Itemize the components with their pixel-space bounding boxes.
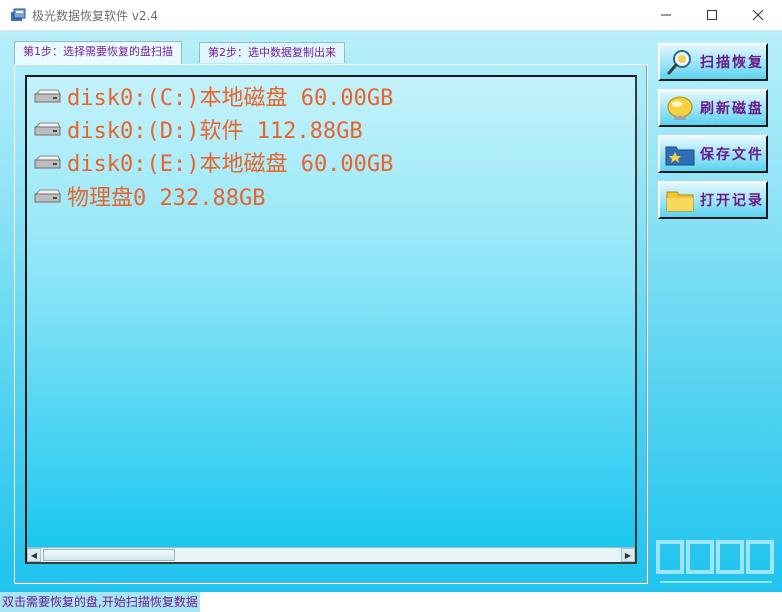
button-label: 保存文件 bbox=[700, 147, 764, 163]
title-bar: 极光数据恢复软件 v2.4 bbox=[0, 0, 782, 31]
drive-icon bbox=[34, 155, 61, 169]
disk-item-physical[interactable]: 物理盘0 232.88GB bbox=[33, 181, 265, 211]
tab-step2-label: 第2步：选中数据复制出来 bbox=[208, 46, 336, 59]
magnifier-icon bbox=[667, 50, 691, 75]
button-label: 扫描恢复 bbox=[700, 55, 764, 71]
horizontal-scrollbar[interactable]: ◀ ▶ bbox=[27, 547, 635, 562]
drive-icon bbox=[34, 189, 61, 203]
scan-recover-button[interactable]: 扫描恢复 bbox=[658, 43, 768, 81]
status-text: 双击需要恢复的盘,开始扫描恢复数据 bbox=[0, 592, 200, 612]
tab-step1[interactable]: 第1步：选择需要恢复的盘扫描 bbox=[14, 41, 182, 64]
save-file-button[interactable]: 保存文件 bbox=[658, 135, 768, 173]
disk-item-c[interactable]: disk0:(C:)本地磁盘 60.00GB bbox=[33, 81, 393, 111]
button-label: 刷新磁盘 bbox=[700, 101, 764, 117]
minimize-button[interactable] bbox=[643, 0, 689, 30]
drive-icon bbox=[34, 89, 61, 103]
tab-step1-label: 第1步：选择需要恢复的盘扫描 bbox=[23, 45, 173, 58]
scroll-right-button[interactable]: ▶ bbox=[621, 548, 635, 562]
close-icon bbox=[752, 9, 764, 21]
maximize-button[interactable] bbox=[689, 0, 735, 30]
refresh-disk-icon bbox=[667, 96, 693, 120]
window-title: 极光数据恢复软件 v2.4 bbox=[32, 9, 159, 23]
disk-label: disk0:(E:)本地磁盘 60.00GB bbox=[67, 152, 394, 177]
close-button[interactable] bbox=[735, 0, 781, 30]
scroll-left-button[interactable]: ◀ bbox=[27, 548, 41, 562]
disk-label: 物理盘0 232.88GB bbox=[67, 186, 266, 211]
disk-label: disk0:(C:)本地磁盘 60.00GB bbox=[67, 86, 394, 111]
open-folder-icon bbox=[666, 191, 694, 212]
button-label: 打开记录 bbox=[700, 193, 764, 209]
disk-list[interactable]: disk0:(C:)本地磁盘 60.00GB disk0:(D:)软件 112.… bbox=[25, 75, 637, 564]
open-log-button[interactable]: 打开记录 bbox=[658, 181, 768, 219]
tab-step2[interactable]: 第2步：选中数据复制出来 bbox=[199, 42, 345, 63]
refresh-disk-button[interactable]: 刷新磁盘 bbox=[658, 89, 768, 127]
disk-label: disk0:(D:)软件 112.88GB bbox=[67, 119, 363, 144]
disk-item-e[interactable]: disk0:(E:)本地磁盘 60.00GB bbox=[33, 147, 393, 177]
status-bar: 双击需要恢复的盘,开始扫描恢复数据 bbox=[0, 592, 782, 612]
minimize-icon bbox=[661, 14, 671, 16]
scroll-thumb[interactable] bbox=[43, 549, 175, 561]
tab-panel: disk0:(C:)本地磁盘 60.00GB disk0:(D:)软件 112.… bbox=[14, 64, 648, 584]
main-panel: 第1步：选择需要恢复的盘扫描 第2步：选中数据复制出来 disk0:(C:)本地… bbox=[0, 31, 782, 592]
save-folder-icon bbox=[665, 146, 695, 166]
chevron-left-icon: ◀ bbox=[30, 550, 38, 560]
app-icon bbox=[11, 8, 26, 21]
chevron-right-icon: ▶ bbox=[624, 550, 632, 560]
disk-item-d[interactable]: disk0:(D:)软件 112.88GB bbox=[33, 114, 363, 144]
watermark-logo bbox=[656, 540, 774, 583]
maximize-icon bbox=[707, 10, 717, 20]
drive-icon bbox=[34, 122, 61, 136]
